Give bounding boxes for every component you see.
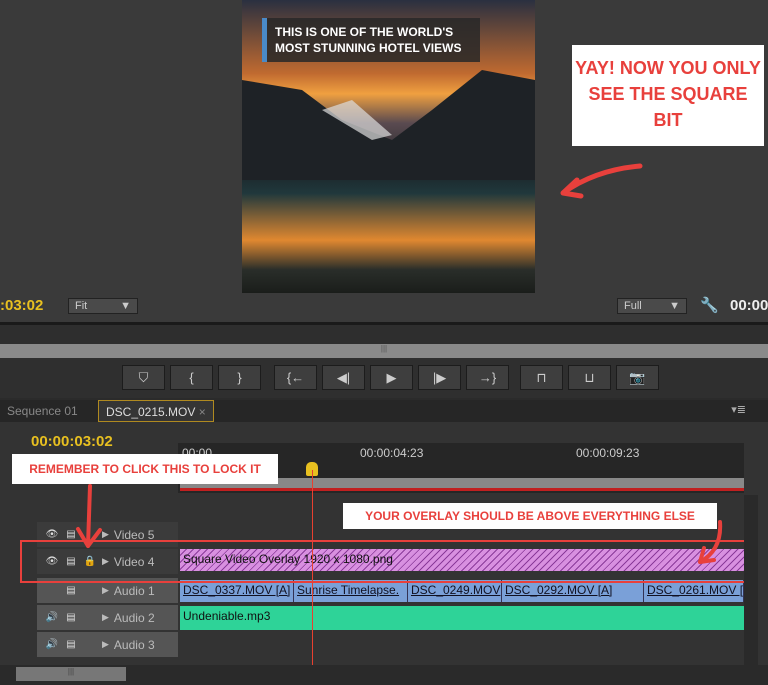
annotation-lock: REMEMBER TO CLICK THIS TO LOCK IT <box>12 454 278 484</box>
ruler-label: 00:00:09:23 <box>576 446 640 460</box>
export-frame-button[interactable]: 📷 <box>616 365 659 390</box>
annotation-arrow <box>560 163 643 199</box>
go-to-in-button[interactable]: {← <box>274 365 317 390</box>
highlight-box <box>20 540 752 583</box>
step-back-button[interactable]: ◀| <box>322 365 365 390</box>
monitor-ruler[interactable] <box>0 322 768 344</box>
mark-out-button[interactable]: } <box>218 365 261 390</box>
wrench-icon[interactable]: 🔧 <box>700 296 719 314</box>
extract-icon: ⊔ <box>584 369 595 385</box>
export-frame-icon: 📷 <box>629 369 646 385</box>
transport-controls: ⛉ {} {← ◀| ▶ |▶ →} ⊓ ⊔ 📷 <box>0 358 768 398</box>
ruler-label: 00:00:04:23 <box>360 446 424 460</box>
panel-menu-icon[interactable]: ▾≣ <box>731 403 746 416</box>
mark-out-icon: } <box>237 370 242 385</box>
video-caption: THIS IS ONE OF THE WORLD'S MOST STUNNING… <box>262 18 480 62</box>
timeline-tabs: Sequence 01 DSC_0215.MOV × ▾≣ <box>0 400 768 422</box>
mountain-graphic <box>242 70 535 180</box>
speaker-icon[interactable]: 🔊 <box>45 639 59 650</box>
monitor-timecode[interactable]: :03:02 <box>0 297 43 314</box>
lift-icon: ⊓ <box>536 369 547 385</box>
go-to-in-icon: {← <box>286 370 305 385</box>
quality-select[interactable]: Full ▼ <box>617 298 687 314</box>
quality-value: Full <box>624 300 642 312</box>
audio-clip[interactable]: DSC_0261.MOV [A] <box>644 580 744 602</box>
marker-button[interactable]: ⛉ <box>122 365 165 390</box>
track-label: Audio 1 <box>113 583 155 598</box>
lift-button[interactable]: ⊓ <box>520 365 563 390</box>
marker-icon: ⛉ <box>138 369 149 385</box>
tab-dsc-0215[interactable]: DSC_0215.MOV × <box>98 400 214 422</box>
chevron-down-icon: ▼ <box>669 300 680 312</box>
filmstrip-icon[interactable]: ▤ <box>64 639 78 650</box>
annotation-arrow <box>698 520 723 564</box>
scrollbar-thumb[interactable]: ||| <box>16 667 126 681</box>
expand-icon[interactable]: ▶ <box>102 585 109 596</box>
step-back-icon: ◀| <box>336 369 351 385</box>
audio-clip[interactable]: DSC_0249.MOV <box>408 580 502 602</box>
track-header-audio-2[interactable]: 🔊 ▤ ▶ Audio 2 <box>37 605 178 630</box>
tab-label: DSC_0215.MOV <box>106 405 196 419</box>
chevron-down-icon: ▼ <box>120 300 131 312</box>
expand-icon[interactable]: ▶ <box>102 612 109 623</box>
play-icon: ▶ <box>386 369 397 385</box>
monitor-scrollbar[interactable]: ||| <box>0 344 768 358</box>
music-clip[interactable]: Undeniable.mp3 <box>180 606 744 630</box>
zoom-select[interactable]: Fit ▼ <box>68 298 138 314</box>
go-to-out-icon: →} <box>478 370 497 385</box>
annotation-square: YAY! NOW YOU ONLY SEE THE SQUARE BIT <box>572 45 764 146</box>
audio-clip[interactable]: DSC_0292.MOV [A] <box>502 580 644 602</box>
step-forward-button[interactable]: |▶ <box>418 365 461 390</box>
step-forward-icon: |▶ <box>432 369 447 385</box>
filmstrip-icon[interactable]: ▤ <box>64 585 78 596</box>
play-button[interactable]: ▶ <box>370 365 413 390</box>
sequence-timecode[interactable]: 00:00:03:02 <box>31 433 113 450</box>
track-header-audio-3[interactable]: 🔊 ▤ ▶ Audio 3 <box>37 632 178 657</box>
extract-button[interactable]: ⊔ <box>568 365 611 390</box>
annotation-overlay: YOUR OVERLAY SHOULD BE ABOVE EVERYTHING … <box>343 503 717 529</box>
filmstrip-icon[interactable]: ▤ <box>64 612 78 623</box>
mark-in-button[interactable]: { <box>170 365 213 390</box>
track-label: Audio 3 <box>113 637 155 652</box>
mark-in-icon: { <box>189 370 194 385</box>
vertical-scrollbar[interactable] <box>744 495 758 665</box>
go-to-out-button[interactable]: →} <box>466 365 509 390</box>
expand-icon[interactable]: ▶ <box>102 639 109 650</box>
annotation-arrow <box>76 484 102 548</box>
duration-timecode: 00:00 <box>730 297 768 314</box>
close-icon[interactable]: × <box>199 405 206 419</box>
eye-icon[interactable]: 👁 <box>45 529 59 540</box>
zoom-value: Fit <box>75 300 88 312</box>
tab-sequence-01[interactable]: Sequence 01 <box>0 400 85 422</box>
speaker-icon[interactable]: 🔊 <box>45 612 59 623</box>
audio-clip[interactable]: DSC_0337.MOV [A] <box>180 580 294 602</box>
track-label: Audio 2 <box>113 610 155 625</box>
